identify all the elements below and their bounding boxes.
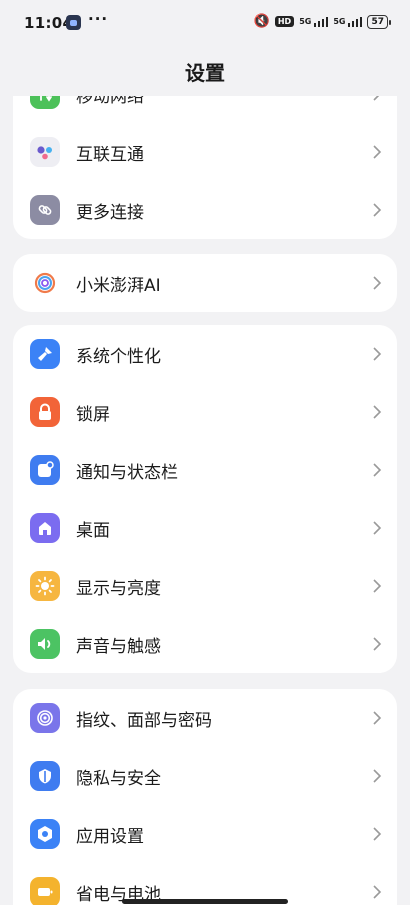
chevron-right-icon bbox=[372, 689, 382, 747]
settings-item-interconnect[interactable]: 互联互通 bbox=[13, 123, 397, 181]
settings-item-privacy[interactable]: 隐私与安全 bbox=[13, 747, 397, 805]
settings-item-label: 显示与亮度 bbox=[76, 578, 161, 599]
settings-item-label: 隐私与安全 bbox=[76, 768, 161, 789]
speaker-icon bbox=[30, 629, 60, 659]
hd-badge: HD bbox=[274, 16, 295, 27]
shield-icon bbox=[30, 761, 60, 791]
chevron-right-icon bbox=[372, 863, 382, 905]
fingerprint-icon bbox=[30, 703, 60, 733]
sun-icon bbox=[30, 571, 60, 601]
chevron-right-icon bbox=[372, 325, 382, 383]
battery-icon bbox=[30, 877, 60, 905]
settings-item-notifications[interactable]: 通知与状态栏 bbox=[13, 441, 397, 499]
settings-item-label: 小米澎湃AI bbox=[76, 275, 161, 296]
settings-item-app-settings[interactable]: 应用设置 bbox=[13, 805, 397, 863]
settings-item-label: 互联互通 bbox=[76, 144, 144, 165]
settings-item-label: 锁屏 bbox=[76, 404, 110, 425]
link-icon bbox=[30, 195, 60, 225]
lock-icon bbox=[30, 397, 60, 427]
more-notifications-icon: ··· bbox=[88, 10, 109, 28]
settings-item-display[interactable]: 显示与亮度 bbox=[13, 557, 397, 615]
settings-item-hyperai[interactable]: 小米澎湃AI bbox=[13, 254, 397, 312]
settings-item-label: 更多连接 bbox=[76, 202, 144, 223]
chevron-right-icon bbox=[372, 123, 382, 181]
personalization-card: 系统个性化 锁屏 通知与状态栏 桌面 显示与亮度 声音与触感 bbox=[13, 325, 397, 673]
chevron-right-icon bbox=[372, 615, 382, 673]
chevron-right-icon bbox=[372, 181, 382, 239]
mute-icon: 🔇 bbox=[253, 14, 270, 29]
page-title: 设置 bbox=[185, 61, 225, 85]
settings-item-more-connections[interactable]: 更多连接 bbox=[13, 181, 397, 239]
settings-item-label: 应用设置 bbox=[76, 826, 144, 847]
app-settings-icon bbox=[30, 819, 60, 849]
settings-item-sound[interactable]: 声音与触感 bbox=[13, 615, 397, 673]
status-indicators: 🔇 HD 5G 5G 57 bbox=[253, 14, 391, 29]
settings-item-lock-screen[interactable]: 锁屏 bbox=[13, 383, 397, 441]
chevron-right-icon bbox=[372, 557, 382, 615]
settings-item-label: 桌面 bbox=[76, 520, 110, 541]
chevron-right-icon bbox=[372, 805, 382, 863]
settings-item-label: 系统个性化 bbox=[76, 346, 161, 367]
brush-icon bbox=[30, 339, 60, 369]
chevron-right-icon bbox=[372, 254, 382, 312]
hyperai-icon bbox=[30, 268, 60, 298]
security-card: 指纹、面部与密码 隐私与安全 应用设置 省电与电池 bbox=[13, 689, 397, 905]
signal-icon: 5G bbox=[299, 16, 329, 27]
battery-indicator: 57 bbox=[367, 14, 391, 29]
chevron-right-icon bbox=[372, 441, 382, 499]
ai-card: 小米澎湃AI bbox=[13, 254, 397, 312]
settings-item-fingerprint[interactable]: 指纹、面部与密码 bbox=[13, 689, 397, 747]
settings-item-personalization[interactable]: 系统个性化 bbox=[13, 325, 397, 383]
settings-item-label: 指纹、面部与密码 bbox=[76, 710, 212, 731]
interconnect-icon bbox=[30, 137, 60, 167]
app-notification-icon bbox=[66, 15, 81, 30]
settings-item-home-screen[interactable]: 桌面 bbox=[13, 499, 397, 557]
chevron-right-icon bbox=[372, 383, 382, 441]
chevron-right-icon bbox=[372, 499, 382, 557]
home-indicator[interactable] bbox=[122, 899, 288, 904]
home-icon bbox=[30, 513, 60, 543]
signal-icon-2: 5G bbox=[333, 16, 363, 27]
status-bar: 11:04 ··· 🔇 HD 5G 5G 57 bbox=[0, 0, 410, 46]
settings-item-label: 声音与触感 bbox=[76, 636, 161, 657]
chevron-right-icon bbox=[372, 747, 382, 805]
settings-item-label: 通知与状态栏 bbox=[76, 462, 178, 483]
notification-icon bbox=[30, 455, 60, 485]
